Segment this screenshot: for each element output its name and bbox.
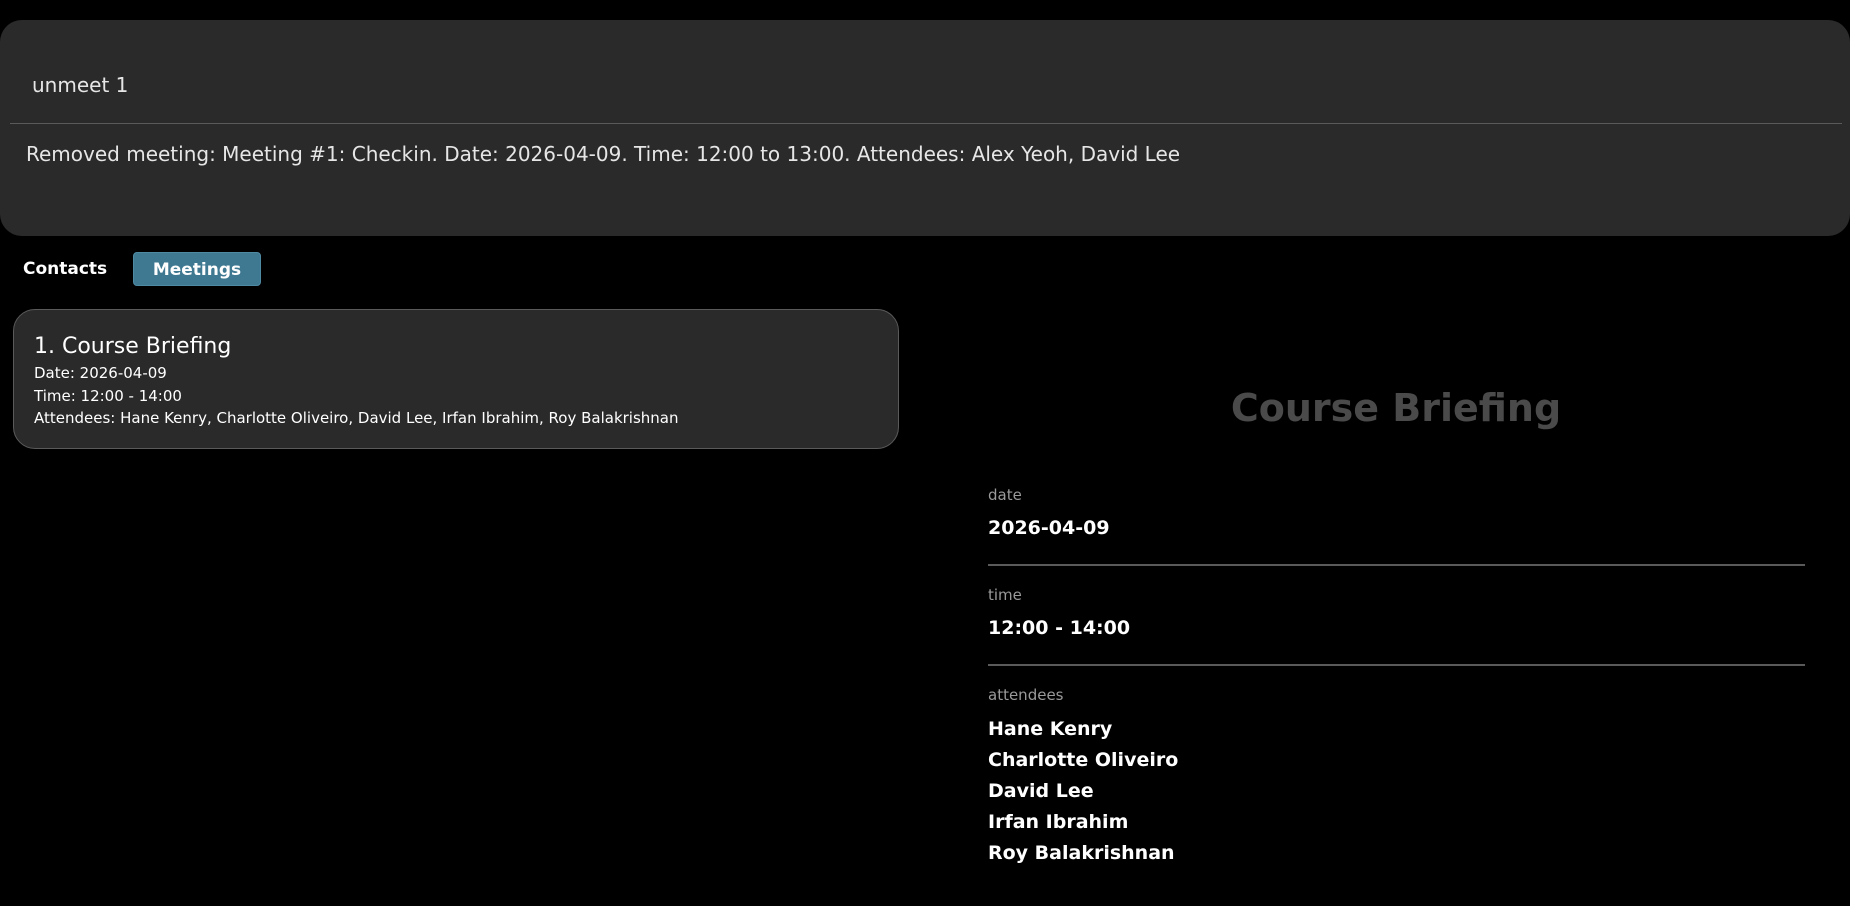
detail-separator — [988, 564, 1805, 566]
detail-time-value: 12:00 - 14:00 — [988, 617, 1131, 639]
attendee-item: Roy Balakrishnan — [988, 842, 1175, 864]
detail-date-label: date — [988, 486, 1022, 504]
meeting-card-date: Date: 2026-04-09 — [34, 364, 167, 382]
detail-attendees-list: Hane Kenry Charlotte Oliveiro David Lee … — [988, 716, 1178, 871]
attendee-item: Charlotte Oliveiro — [988, 749, 1179, 771]
detail-attendees-label: attendees — [988, 686, 1064, 704]
tab-meetings[interactable]: Meetings — [133, 252, 261, 286]
detail-date-value: 2026-04-09 — [988, 517, 1110, 539]
meeting-card-time: Time: 12:00 - 14:00 — [34, 387, 182, 405]
meeting-list-item[interactable]: 1. Course Briefing Date: 2026-04-09 Time… — [13, 309, 899, 449]
command-divider — [10, 123, 1842, 124]
attendee-item: Hane Kenry — [988, 718, 1113, 740]
detail-separator — [988, 664, 1805, 666]
attendee-item: Irfan Ibrahim — [988, 811, 1129, 833]
command-result-text: Removed meeting: Meeting #1: Checkin. Da… — [26, 142, 1181, 166]
command-panel: Removed meeting: Meeting #1: Checkin. Da… — [0, 20, 1850, 236]
attendee-item: David Lee — [988, 780, 1094, 802]
command-input[interactable] — [32, 50, 1812, 120]
app-window: Removed meeting: Meeting #1: Checkin. Da… — [0, 0, 1850, 906]
detail-title: Course Briefing — [1230, 386, 1562, 430]
meeting-card-title: 1. Course Briefing — [34, 334, 232, 359]
detail-time-label: time — [988, 586, 1022, 604]
tab-contacts[interactable]: Contacts — [23, 252, 123, 286]
meeting-card-attendees: Attendees: Hane Kenry, Charlotte Oliveir… — [34, 409, 679, 427]
